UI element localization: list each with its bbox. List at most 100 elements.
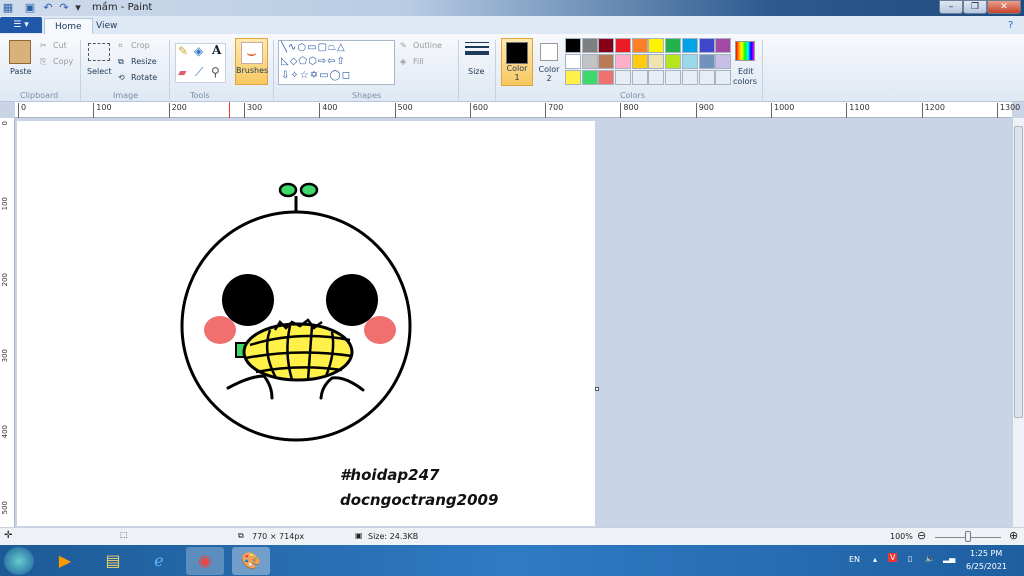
fill-icon[interactable]: ◈ [194, 44, 203, 58]
pencil-icon[interactable]: ✎ [178, 44, 188, 58]
palette-swatch[interactable] [681, 70, 698, 85]
eraser-icon[interactable]: ▰ [178, 66, 186, 79]
palette-swatch[interactable] [615, 38, 632, 53]
palette-swatch[interactable] [698, 70, 715, 85]
volume-icon[interactable]: 🔈 [925, 554, 935, 563]
color1-label: Color [506, 64, 528, 73]
palette-swatch[interactable] [615, 70, 632, 85]
ruler-tick-label: 700 [545, 103, 563, 118]
palette-swatch[interactable] [648, 38, 665, 53]
palette-swatch[interactable] [598, 38, 615, 53]
palette-swatch[interactable] [698, 38, 715, 53]
paste-icon[interactable] [9, 40, 31, 64]
palette-swatch[interactable] [581, 38, 598, 53]
close-button[interactable]: ✕ [987, 0, 1021, 14]
palette-swatch[interactable] [581, 70, 598, 85]
palette-swatch[interactable] [681, 38, 698, 53]
clock-date[interactable]: 6/25/2021 [966, 562, 1007, 571]
show-hidden-icons[interactable]: ▴ [873, 555, 877, 564]
palette-swatch[interactable] [598, 54, 615, 69]
redo-icon[interactable]: ↷ [58, 2, 70, 14]
palette-swatch[interactable] [565, 70, 581, 85]
drawing-canvas[interactable]: #hoidap247 docngoctrang2009 [17, 121, 595, 526]
palette-swatch[interactable] [665, 38, 682, 53]
palette-swatch[interactable] [631, 54, 648, 69]
zoom-in-button[interactable]: ⊕ [1009, 529, 1018, 542]
scrollbar-thumb[interactable] [1014, 126, 1023, 418]
cursor-position-icon: ✛ [4, 530, 13, 541]
size-button[interactable]: Size [468, 67, 484, 76]
network-icon[interactable]: ▂▄ [943, 554, 955, 563]
paste-button[interactable]: Paste [10, 67, 32, 76]
restore-button[interactable]: ❐ [963, 0, 987, 14]
palette-swatch[interactable] [681, 54, 698, 69]
size-icon[interactable] [465, 42, 489, 55]
color1-button[interactable]: Color 1 [501, 38, 533, 86]
tab-view[interactable]: View [86, 18, 127, 34]
outline-dropdown[interactable]: Outline [413, 41, 442, 50]
minimize-button[interactable]: – [939, 0, 963, 14]
palette-swatch[interactable] [581, 54, 598, 69]
palette-swatch[interactable] [631, 70, 648, 85]
palette-swatch[interactable] [665, 54, 682, 69]
save-icon[interactable]: ▣ [24, 2, 36, 14]
chrome-icon[interactable]: ◉ [186, 547, 224, 575]
shapes-gallery[interactable]: ╲∿○▭▢⏢△ ◺◇⬠⬡⇨⇦⇧ ⇩✧☆✡▭◯◻ [278, 40, 395, 85]
select-icon[interactable] [88, 43, 110, 61]
ruler-tick-label: 300 [1, 349, 9, 363]
ruler-tick-label: 100 [93, 103, 112, 118]
file-explorer-icon[interactable]: ▤ [94, 547, 132, 575]
magnifier-icon[interactable]: ⚲ [211, 65, 220, 79]
vertical-scrollbar[interactable] [1012, 118, 1024, 527]
cut-button[interactable]: Cut [53, 41, 67, 50]
palette-swatch[interactable] [698, 54, 715, 69]
palette-swatch[interactable] [715, 70, 732, 85]
rotate-button[interactable]: Rotate [131, 73, 157, 82]
ruler-tick-label: 200 [1, 273, 9, 287]
color2-swatch [540, 43, 558, 61]
fill-dropdown[interactable]: Fill [413, 57, 424, 66]
palette-swatch[interactable] [565, 54, 581, 69]
ruler-tick-label: 1300 [996, 103, 1020, 118]
internet-explorer-icon[interactable]: ℯ [140, 547, 178, 575]
palette-swatch[interactable] [715, 54, 732, 69]
resize-button[interactable]: Resize [131, 57, 157, 66]
language-indicator[interactable]: EN [849, 555, 860, 564]
paint-taskbar-icon[interactable]: 🎨 [232, 547, 270, 575]
undo-icon[interactable]: ↶ [42, 2, 54, 14]
customize-quick-access-icon[interactable]: ▾ [72, 2, 84, 14]
palette-swatch[interactable] [665, 70, 682, 85]
paint-menu-button[interactable]: ☰ ▾ [0, 17, 42, 33]
copy-button[interactable]: Copy [53, 57, 73, 66]
edit-colors-icon[interactable] [735, 41, 755, 61]
color-picker-icon[interactable]: ⟋ [195, 65, 203, 80]
palette-swatch[interactable] [631, 38, 648, 53]
clipboard-group-label: Clipboard [20, 91, 59, 100]
status-bar: ✛ ⬚ ⧉ 770 × 714px ▣ Size: 24.3KB 100% ⊖ … [0, 527, 1024, 545]
color2-button[interactable]: Color 2 [536, 38, 562, 86]
brushes-button[interactable]: ⌣ Brushes [235, 38, 268, 85]
rotate-icon: ⟲ [118, 73, 125, 82]
palette-swatch[interactable] [565, 38, 581, 53]
battery-icon[interactable]: ▯ [908, 554, 912, 563]
palette-swatch[interactable] [615, 54, 632, 69]
palette-swatch[interactable] [598, 70, 615, 85]
text-icon[interactable]: A [212, 43, 221, 57]
horizontal-ruler: 0 100 200 300 400 500 600 700 800 900 1000 1100 1200… [15, 102, 1020, 118]
canvas-size-icon: ⧉ [238, 531, 244, 540]
select-button[interactable]: Select [87, 67, 112, 76]
start-button[interactable] [4, 547, 34, 575]
palette-swatch[interactable] [648, 54, 665, 69]
canvas-resize-handle[interactable] [595, 387, 599, 391]
media-player-icon[interactable]: ▶ [46, 547, 84, 575]
color2-label: Color [538, 65, 560, 74]
zoom-slider-thumb[interactable] [965, 531, 971, 542]
zoom-out-button[interactable]: ⊖ [917, 529, 926, 542]
palette-swatch[interactable] [715, 38, 732, 53]
palette-swatch[interactable] [648, 70, 665, 85]
edit-colors-button[interactable]: Edit [738, 67, 754, 76]
clock-time[interactable]: 1:25 PM [970, 549, 1002, 558]
help-icon[interactable]: ? [1008, 20, 1013, 31]
antivirus-icon[interactable]: V [888, 553, 898, 562]
crop-button[interactable]: Crop [131, 41, 150, 50]
